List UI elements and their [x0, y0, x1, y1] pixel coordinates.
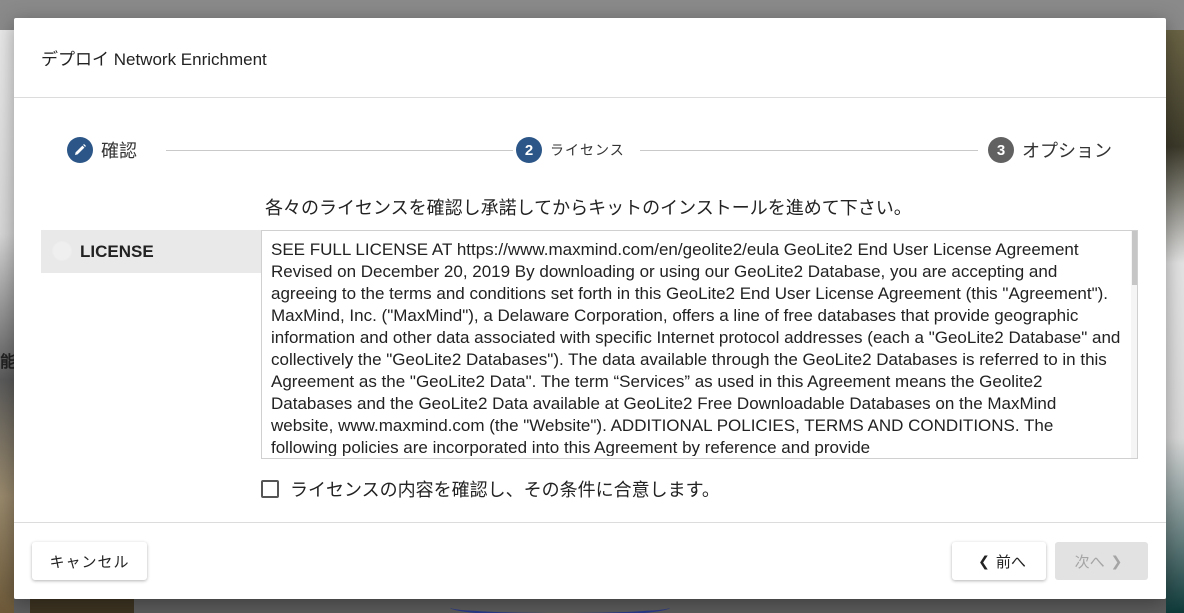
- background-left-strip: [0, 30, 14, 613]
- background-image-fragment: [30, 599, 134, 613]
- step-connector: [166, 150, 513, 151]
- license-text-box[interactable]: SEE FULL LICENSE AT https://www.maxmind.…: [261, 230, 1138, 459]
- pencil-icon: [67, 137, 93, 163]
- background-text: 能: [0, 354, 14, 371]
- deploy-dialog: デプロイ Network Enrichment 確認 2 ライセンス 3 オプシ…: [14, 18, 1166, 599]
- license-tab[interactable]: LICENSE: [41, 230, 261, 273]
- step-connector: [640, 150, 978, 151]
- step-number-badge: 3: [988, 137, 1014, 163]
- license-scrollbar[interactable]: [1131, 231, 1137, 458]
- step-license[interactable]: 2 ライセンス: [516, 136, 625, 164]
- step-label-confirm: 確認: [101, 141, 137, 161]
- dialog-footer: キャンセル ❮ 前へ 次へ ❯: [14, 522, 1166, 600]
- step-label-options: オプション: [1022, 141, 1112, 161]
- step-number-badge: 2: [516, 137, 542, 163]
- cancel-button[interactable]: キャンセル: [32, 542, 147, 580]
- next-button-label: 次へ: [1074, 553, 1105, 571]
- license-text: SEE FULL LICENSE AT https://www.maxmind.…: [271, 240, 1121, 456]
- dialog-title: デプロイ Network Enrichment: [41, 50, 267, 69]
- dialog-header: デプロイ Network Enrichment: [14, 18, 1166, 98]
- scrollbar-thumb[interactable]: [1132, 231, 1137, 285]
- previous-button[interactable]: ❮ 前へ: [952, 542, 1046, 580]
- agree-checkbox[interactable]: [261, 480, 279, 498]
- agree-row[interactable]: ライセンスの内容を確認し、その条件に合意します。: [261, 476, 720, 502]
- step-label-license: ライセンス: [550, 142, 625, 158]
- license-radio-icon: [52, 241, 72, 261]
- previous-button-label: 前へ: [995, 553, 1026, 571]
- chevron-right-icon: ❯: [1110, 552, 1123, 569]
- cancel-button-label: キャンセル: [49, 553, 130, 571]
- license-panel: LICENSE SEE FULL LICENSE AT https://www.…: [41, 230, 1139, 460]
- agree-label[interactable]: ライセンスの内容を確認し、その条件に合意します。: [290, 476, 720, 502]
- step-options[interactable]: 3 オプション: [988, 136, 1112, 164]
- chevron-left-icon: ❮: [978, 552, 990, 569]
- step-confirm[interactable]: 確認: [67, 136, 137, 164]
- background-right-strip: [1166, 30, 1184, 613]
- license-tab-label: LICENSE: [80, 241, 154, 261]
- instruction-text: 各々のライセンスを確認し承諾してからキットのインストールを進めて下さい。: [265, 198, 912, 218]
- background-logo-fragment: [450, 599, 670, 613]
- stepper: 確認 2 ライセンス 3 オプション: [67, 136, 1113, 164]
- next-button[interactable]: 次へ ❯: [1055, 542, 1148, 580]
